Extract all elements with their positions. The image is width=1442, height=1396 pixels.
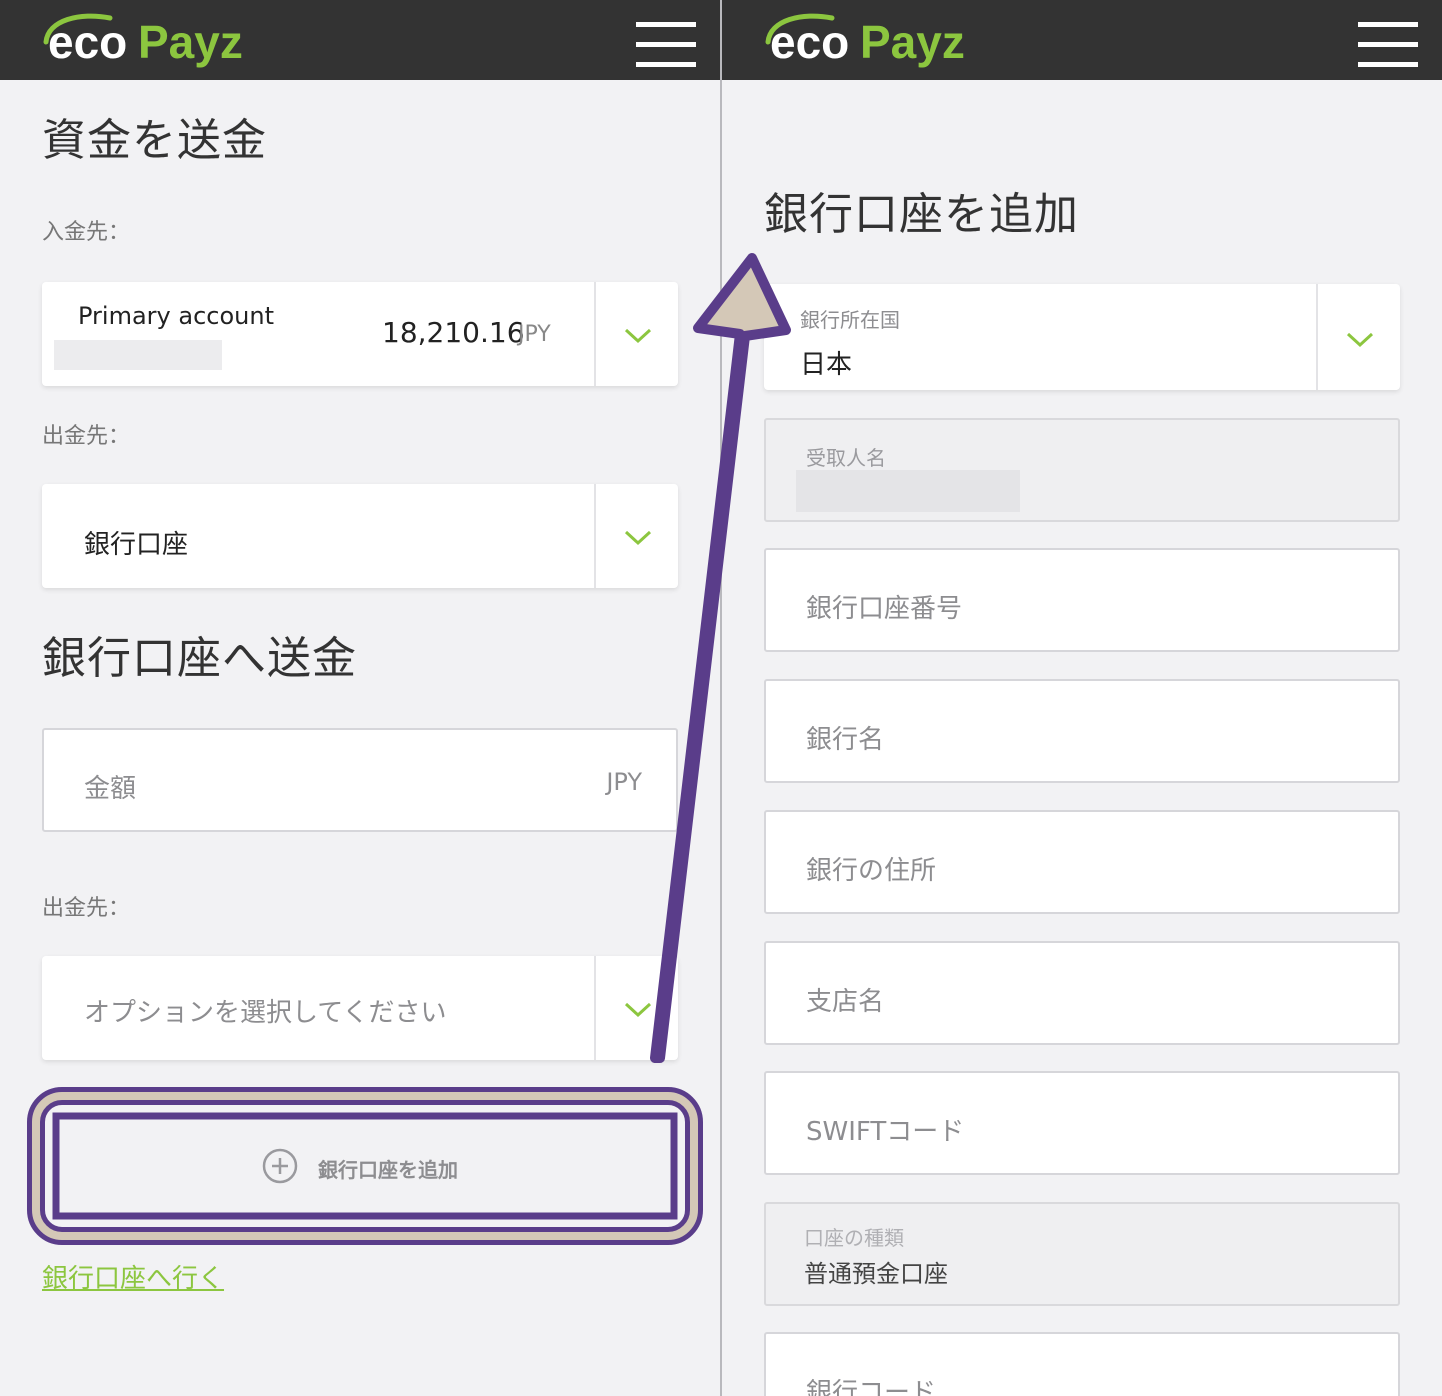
- bank-country-label: 銀行所在国: [800, 308, 900, 332]
- recipient-name-blurred: [796, 470, 1020, 512]
- page-title: 銀行口座を追加: [764, 189, 1079, 240]
- top-bar: eco Payz: [722, 0, 1442, 80]
- plus-circle-icon: [262, 1148, 298, 1184]
- bank-code-placeholder: 銀行コード: [806, 1378, 937, 1396]
- recipient-name-label: 受取人名: [806, 446, 886, 470]
- amount-currency: JPY: [606, 768, 642, 796]
- ecopayz-logo[interactable]: eco Payz: [40, 8, 270, 70]
- bank-name-input[interactable]: 銀行名: [764, 679, 1400, 783]
- branch-name-placeholder: 支店名: [806, 987, 885, 1017]
- bank-name-placeholder: 銀行名: [806, 725, 885, 755]
- logo-eco-text: eco: [770, 16, 849, 68]
- screenshot-root: eco Payz 資金を送金 入金先： Primary account 18,2…: [0, 0, 1442, 1396]
- amount-input[interactable]: 金額 JPY: [42, 728, 678, 832]
- withdraw-method-select[interactable]: 銀行口座: [42, 484, 678, 588]
- section-title: 銀行口座へ送金: [42, 633, 357, 684]
- chevron-down-icon[interactable]: [624, 1002, 652, 1018]
- hamburger-menu-icon[interactable]: [636, 22, 698, 68]
- top-bar: eco Payz: [0, 0, 720, 80]
- logo-eco-text: eco: [48, 16, 127, 68]
- add-bank-account-screen: eco Payz 銀行口座を追加 銀行所在国 日本 受取人名 銀行口座番号 銀行…: [722, 0, 1442, 1396]
- logo-payz-text: Payz: [138, 16, 243, 68]
- account-type-field: 口座の種類 普通預金口座: [764, 1202, 1400, 1306]
- bank-address-placeholder: 銀行の住所: [806, 856, 937, 886]
- account-name: Primary account: [78, 302, 274, 330]
- bank-country-select[interactable]: 銀行所在国 日本: [764, 284, 1400, 390]
- withdraw-from-label: 出金先：: [42, 424, 131, 449]
- send-funds-screen: eco Payz 資金を送金 入金先： Primary account 18,2…: [0, 0, 720, 1396]
- add-bank-account-button[interactable]: 銀行口座を追加: [56, 1116, 680, 1216]
- account-balance: 18,210.16: [382, 316, 525, 349]
- withdraw-method-value: 銀行口座: [84, 530, 189, 560]
- branch-name-input[interactable]: 支店名: [764, 941, 1400, 1045]
- swift-code-placeholder: SWIFTコード: [806, 1117, 965, 1147]
- bank-country-value: 日本: [800, 350, 853, 380]
- deposit-to-label: 入金先：: [42, 220, 131, 245]
- bank-account-number-placeholder: 銀行口座番号: [806, 594, 963, 624]
- withdraw-from-label-2: 出金先：: [42, 896, 131, 921]
- hamburger-menu-icon[interactable]: [1358, 22, 1420, 68]
- option-placeholder: オプションを選択してください: [84, 998, 447, 1028]
- bank-code-input[interactable]: 銀行コード: [764, 1332, 1400, 1396]
- account-type-label: 口座の種類: [804, 1226, 904, 1250]
- go-to-bank-account-link[interactable]: 銀行口座へ行く: [42, 1258, 224, 1295]
- chevron-down-icon[interactable]: [624, 328, 652, 344]
- recipient-name-field: 受取人名: [764, 418, 1400, 522]
- bank-address-input[interactable]: 銀行の住所: [764, 810, 1400, 914]
- swift-code-input[interactable]: SWIFTコード: [764, 1071, 1400, 1175]
- chevron-down-icon[interactable]: [624, 530, 652, 546]
- account-id-blurred: [54, 340, 222, 370]
- ecopayz-logo[interactable]: eco Payz: [762, 8, 992, 70]
- page-title: 資金を送金: [42, 115, 267, 166]
- deposit-account-select[interactable]: Primary account 18,210.16 JPY: [42, 282, 678, 386]
- account-type-value: 普通預金口座: [804, 1260, 948, 1288]
- chevron-down-icon[interactable]: [1346, 332, 1374, 348]
- account-currency: JPY: [518, 322, 551, 347]
- bank-account-number-input[interactable]: 銀行口座番号: [764, 548, 1400, 652]
- add-bank-account-label: 銀行口座を追加: [318, 1158, 458, 1182]
- logo-payz-text: Payz: [860, 16, 965, 68]
- amount-placeholder: 金額: [84, 774, 137, 804]
- bank-account-option-select[interactable]: オプションを選択してください: [42, 956, 678, 1060]
